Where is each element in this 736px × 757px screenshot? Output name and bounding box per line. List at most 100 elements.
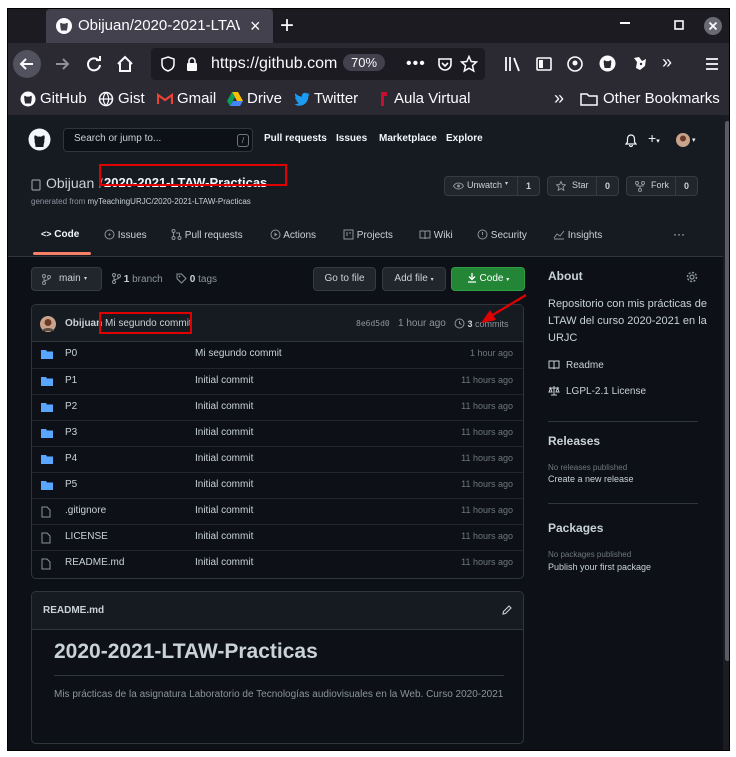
tab-projects[interactable]: Projects [343,229,393,241]
tags-link[interactable]: 0 tags [176,273,217,285]
file-row[interactable]: P5 Initial commit 11 hours ago [32,472,523,498]
bookmark-github[interactable]: GitHub [20,90,87,107]
bell-icon[interactable] [625,134,637,147]
pencil-edit-icon[interactable] [502,605,512,615]
page-actions-icon[interactable]: ••• [406,55,426,73]
repo-icon [31,179,41,191]
file-row[interactable]: P1 Initial commit 11 hours ago [32,368,523,394]
add-file-button[interactable]: Add file ▾ [382,267,446,291]
go-to-file-button[interactable]: Go to file [313,267,376,291]
bookmark-gist[interactable]: Gist [98,90,145,107]
tab-wiki[interactable]: Wiki [419,229,453,241]
gnu-extension-icon[interactable] [631,54,649,72]
browser-tab[interactable]: Obijuan/2020-2021-LTAW-Practicas × [46,9,273,43]
star-button[interactable]: Star 0 [547,176,619,196]
file-row[interactable]: P2 Initial commit 11 hours ago [32,394,523,420]
bookmark-aula-virtual[interactable]: Aula Virtual [378,90,470,107]
tab-actions[interactable]: Actions [270,229,316,241]
reload-icon[interactable] [80,50,108,78]
sidebar-divider [548,503,698,504]
new-tab-button[interactable]: + [280,12,294,40]
url-bar[interactable]: https://github.com/Obijuan/2020-2021-LTA… [151,48,485,80]
folder-icon [41,480,53,490]
more-tabs-icon[interactable]: ··· [673,227,685,241]
search-shortcut-key: / [237,134,249,147]
file-row[interactable]: LICENSE Initial commit 11 hours ago [32,524,523,550]
shield-icon[interactable] [161,56,175,72]
license-link[interactable]: LGPL-2.1 License [548,385,646,397]
other-bookmarks[interactable]: Other Bookmarks [580,90,720,107]
file-row[interactable]: README.md Initial commit 11 hours ago [32,550,523,576]
header-link-explore[interactable]: Explore [446,133,483,144]
watch-count[interactable]: 1 [517,177,539,195]
template-source-link[interactable]: myTeachingURJC/2020-2021-LTAW-Practicas [87,197,250,206]
avatar[interactable] [676,133,690,147]
folder-icon [41,428,53,438]
commit-sha[interactable]: 8e6d5d0 [356,319,390,328]
create-release-link[interactable]: Create a new release [548,474,634,484]
github-logo-icon[interactable] [28,128,51,151]
account-icon[interactable] [567,56,583,72]
active-tab-underline [33,252,91,255]
library-icon[interactable] [504,56,522,72]
tab-pull-requests[interactable]: Pull requests [171,229,243,241]
avatar-caret[interactable]: ▾ [692,136,696,144]
lock-icon[interactable] [185,56,199,72]
header-link-marketplace[interactable]: Marketplace [379,133,437,144]
branch-selector[interactable]: main ▾ [31,267,102,291]
search-input[interactable]: Search or jump to... / [63,128,253,152]
star-bookmark-icon[interactable] [460,55,478,73]
bookmark-gmail[interactable]: Gmail [157,90,216,107]
file-row[interactable]: P4 Initial commit 11 hours ago [32,446,523,472]
file-row[interactable]: .gitignore Initial commit 11 hours ago [32,498,523,524]
close-tab-button[interactable]: × [250,16,261,37]
overflow-chevron-icon[interactable]: » [662,52,672,73]
commit-author-avatar[interactable] [40,316,56,332]
branches-link[interactable]: 1 branch [112,273,163,285]
pocket-icon[interactable] [437,56,453,72]
unwatch-button[interactable]: Unwatch ▾ 1 [444,176,540,196]
tab-security[interactable]: Security [477,229,527,241]
repo-owner-link[interactable]: Obijuan [46,175,94,191]
close-window-icon[interactable] [703,16,723,36]
tab-code[interactable]: <> Code [41,229,79,240]
sidebar-toggle-icon[interactable] [536,56,552,72]
bookmarks-overflow-icon[interactable]: » [554,88,564,109]
fork-button[interactable]: Fork 0 [626,176,698,196]
create-new-button[interactable]: +▾ [648,130,660,146]
github-extension-icon[interactable] [599,55,616,72]
header-link-issues[interactable]: Issues [336,133,367,144]
scrollbar-thumb[interactable] [725,121,729,661]
readme-title: 2020-2021-LTAW-Practicas [54,640,318,663]
star-count[interactable]: 0 [596,177,618,195]
readme-header: README.md [32,592,523,630]
hamburger-menu-icon[interactable] [704,56,720,72]
bookmark-drive[interactable]: Drive [227,90,282,107]
zoom-level-badge[interactable]: 70% [343,54,386,71]
github-favicon-icon [56,18,72,34]
file-row[interactable]: P0 Mi segundo commit 1 hour ago [32,342,523,368]
readme-filename: README.md [43,605,105,616]
folder-icon [41,402,53,412]
code-button[interactable]: Code ▾ [451,267,525,291]
file-row[interactable]: P3 Initial commit 11 hours ago [32,420,523,446]
readme-panel: README.md 2020-2021-LTAW-Practicas Mis p… [31,591,524,744]
home-icon[interactable] [111,50,139,78]
bookmark-twitter[interactable]: Twitter [294,90,358,107]
tab-insights[interactable]: Insights [553,229,602,241]
back-button[interactable] [13,50,41,78]
releases-heading[interactable]: Releases [548,434,600,448]
tab-issues[interactable]: Issues [104,229,147,241]
packages-heading[interactable]: Packages [548,521,603,535]
forward-icon[interactable] [48,50,76,78]
publish-package-link[interactable]: Publish your first package [548,562,651,572]
about-description: Repositorio con mis prácticas de LTAW de… [548,298,707,344]
gear-icon[interactable] [686,271,698,283]
readme-link[interactable]: Readme [548,359,604,371]
header-link-pull-requests[interactable]: Pull requests [264,133,327,144]
maximize-icon[interactable] [674,20,684,30]
fork-count[interactable]: 0 [675,177,697,195]
minimize-icon[interactable] [620,21,632,25]
commit-author[interactable]: Obijuan [65,318,102,329]
url-text[interactable]: https://github.com/Obijuan/2020-2021-LTA… [211,55,337,73]
